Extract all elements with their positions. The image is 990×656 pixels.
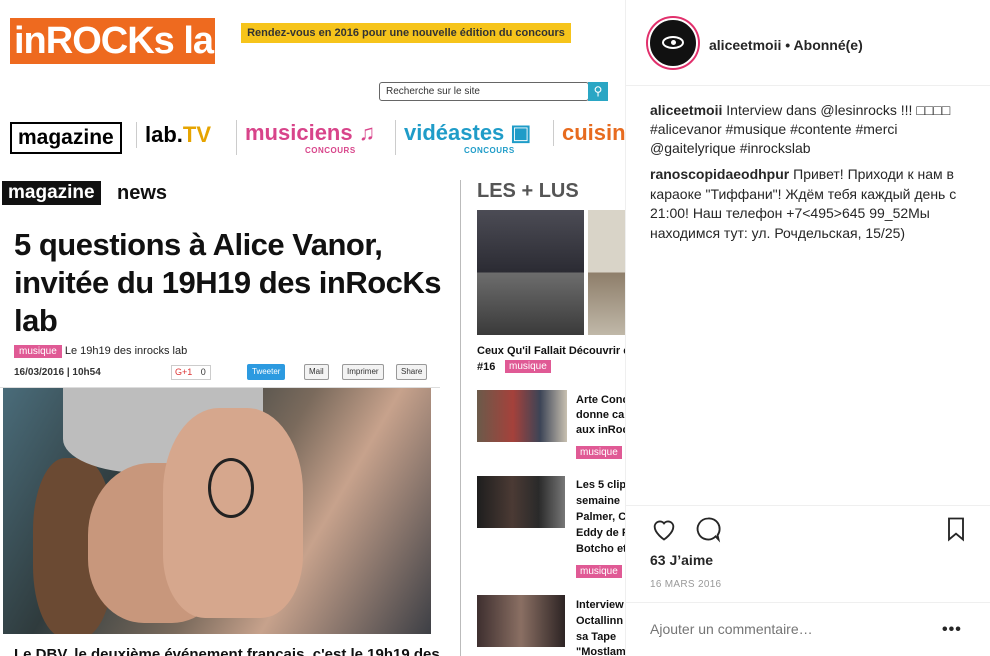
- post-date[interactable]: 16 MARS 2016: [650, 579, 721, 590]
- sidebar-thumb-1b: [588, 210, 625, 335]
- sidebar-item-2-tag: musique: [576, 446, 622, 459]
- sidebar-item-4-line-3: sa Tape: [576, 631, 617, 643]
- nav-musiciens-sub: CONCOURS: [305, 146, 356, 155]
- article-date: 16/03/2016 | 10h54: [14, 367, 101, 378]
- article-tag: musique: [14, 345, 62, 358]
- follow-status[interactable]: • Abonné(e): [785, 37, 863, 53]
- sidebar-item-3-tag: musique: [576, 565, 622, 578]
- mail-button: Mail: [304, 364, 329, 380]
- add-comment-input[interactable]: [650, 621, 930, 637]
- section-news-label: news: [117, 182, 168, 204]
- gplus-label: G+1: [175, 367, 193, 377]
- comment-divider: [626, 602, 990, 603]
- contest-banner: Rendez-vous en 2016 pour une nouvelle éd…: [241, 23, 571, 43]
- sidebar-item-4-line-4: "Mostlam: [576, 646, 625, 656]
- post-header: aliceetmoii • Abonné(e): [626, 0, 990, 86]
- heart-icon[interactable]: [650, 515, 678, 543]
- more-options-icon[interactable]: •••: [942, 621, 962, 639]
- camera-icon: ▣: [510, 120, 532, 145]
- sidebar-item-2-line-1: Arte Conc: [576, 394, 625, 406]
- nav-musiciens: musiciens ♫ CONCOURS: [236, 120, 375, 155]
- actions-divider: [626, 505, 990, 506]
- sidebar-thumb-3: [477, 476, 565, 528]
- sidebar-item-1-caption: Ceux Qu'il Fallait Découvrir c: [477, 345, 625, 357]
- sidebar-thumb-4: [477, 595, 565, 647]
- nav-cuisine: cuisin: [553, 120, 625, 146]
- author-username[interactable]: aliceetmoii: [709, 37, 781, 53]
- avatar[interactable]: [648, 18, 698, 68]
- nav-videastes: vidéastes ▣ CONCOURS: [395, 120, 531, 155]
- nav-lab-prefix: lab.: [145, 122, 183, 147]
- comment-item: ranoscopidaeodhpur Привет! Приходи к нам…: [650, 165, 970, 243]
- sidebar-title: LES + LUS: [477, 180, 579, 202]
- magazine-photo: inROCKs lab Rendez-vous en 2016 pour une…: [0, 0, 625, 656]
- article-hero-image: [3, 388, 431, 634]
- music-note-icon: ♫: [358, 120, 376, 145]
- inrocks-lab-logo: inROCKs lab: [10, 18, 215, 64]
- sidebar-item-1-tag: musique: [505, 360, 551, 373]
- bookmark-icon[interactable]: [942, 515, 970, 543]
- article-meta: musique Le 19h19 des inrocks lab: [14, 345, 187, 358]
- nav-videastes-label: vidéastes: [404, 120, 505, 145]
- sidebar-item-3-line-1: Les 5 clip: [576, 479, 625, 491]
- sidebar-item-3-line-3: Palmer, C: [576, 511, 625, 523]
- article-headline: 5 questions à Alice Vanor, invitée du 19…: [14, 227, 442, 338]
- sidebar-item-2-line-2: donne ca: [576, 409, 625, 421]
- comment-icon[interactable]: [694, 515, 722, 543]
- like-count[interactable]: 63 J’aime: [650, 552, 713, 568]
- site-search-field: Recherche sur le site: [379, 82, 589, 101]
- sidebar-thumb-1: [477, 210, 584, 335]
- sidebar-item-3-line-5: Botcho et: [576, 543, 625, 555]
- sidebar-item-3-line-2: semaine: [576, 495, 621, 507]
- search-icon: ⚲: [588, 82, 608, 101]
- sidebar-thumb-2: [477, 390, 567, 442]
- gplus-button: G+1 0: [171, 365, 211, 380]
- hand-drawn-symbol: [208, 458, 254, 518]
- caption-username[interactable]: aliceetmoii: [650, 102, 722, 118]
- gplus-count: 0: [200, 367, 206, 377]
- article-lede: Le DBV, le deuxième événement francais, …: [14, 646, 440, 656]
- section-magazine-tag: magazine: [2, 181, 101, 205]
- sidebar-item-4-line-1: Interview: [576, 599, 624, 611]
- nav-musiciens-label: musiciens: [245, 120, 353, 145]
- nav-lab-suffix: TV: [182, 122, 212, 147]
- eye-pupil: [671, 40, 676, 45]
- comment-username[interactable]: ranoscopidaeodhpur: [650, 166, 789, 182]
- site-nav: magazine lab.TV musiciens ♫ CONCOURS vidé…: [8, 120, 625, 164]
- sidebar-item-1-num: #16: [477, 361, 496, 373]
- sidebar-item-2-line-3: aux inRoc: [576, 424, 625, 436]
- article-tagline: Le 19h19 des inrocks lab: [64, 345, 188, 357]
- sidebar-item-3-line-4: Eddy de F: [576, 527, 625, 539]
- tweet-button: Tweeter: [247, 364, 286, 380]
- print-button: Imprimer: [342, 364, 384, 380]
- post-caption: aliceetmoii Interview dans @lesinrocks !…: [650, 101, 970, 158]
- share-button: Share: [396, 364, 428, 380]
- sidebar-item-4-line-2: Octallinn: [576, 615, 624, 627]
- column-divider: [460, 180, 461, 656]
- nav-videastes-sub: CONCOURS: [464, 146, 515, 155]
- post-author: aliceetmoii • Abonné(e): [709, 37, 863, 53]
- instagram-panel: aliceetmoii • Abonné(e) aliceetmoii Inte…: [625, 0, 990, 656]
- nav-lab-tv: lab.TV: [136, 122, 211, 148]
- nav-magazine: magazine: [10, 122, 122, 154]
